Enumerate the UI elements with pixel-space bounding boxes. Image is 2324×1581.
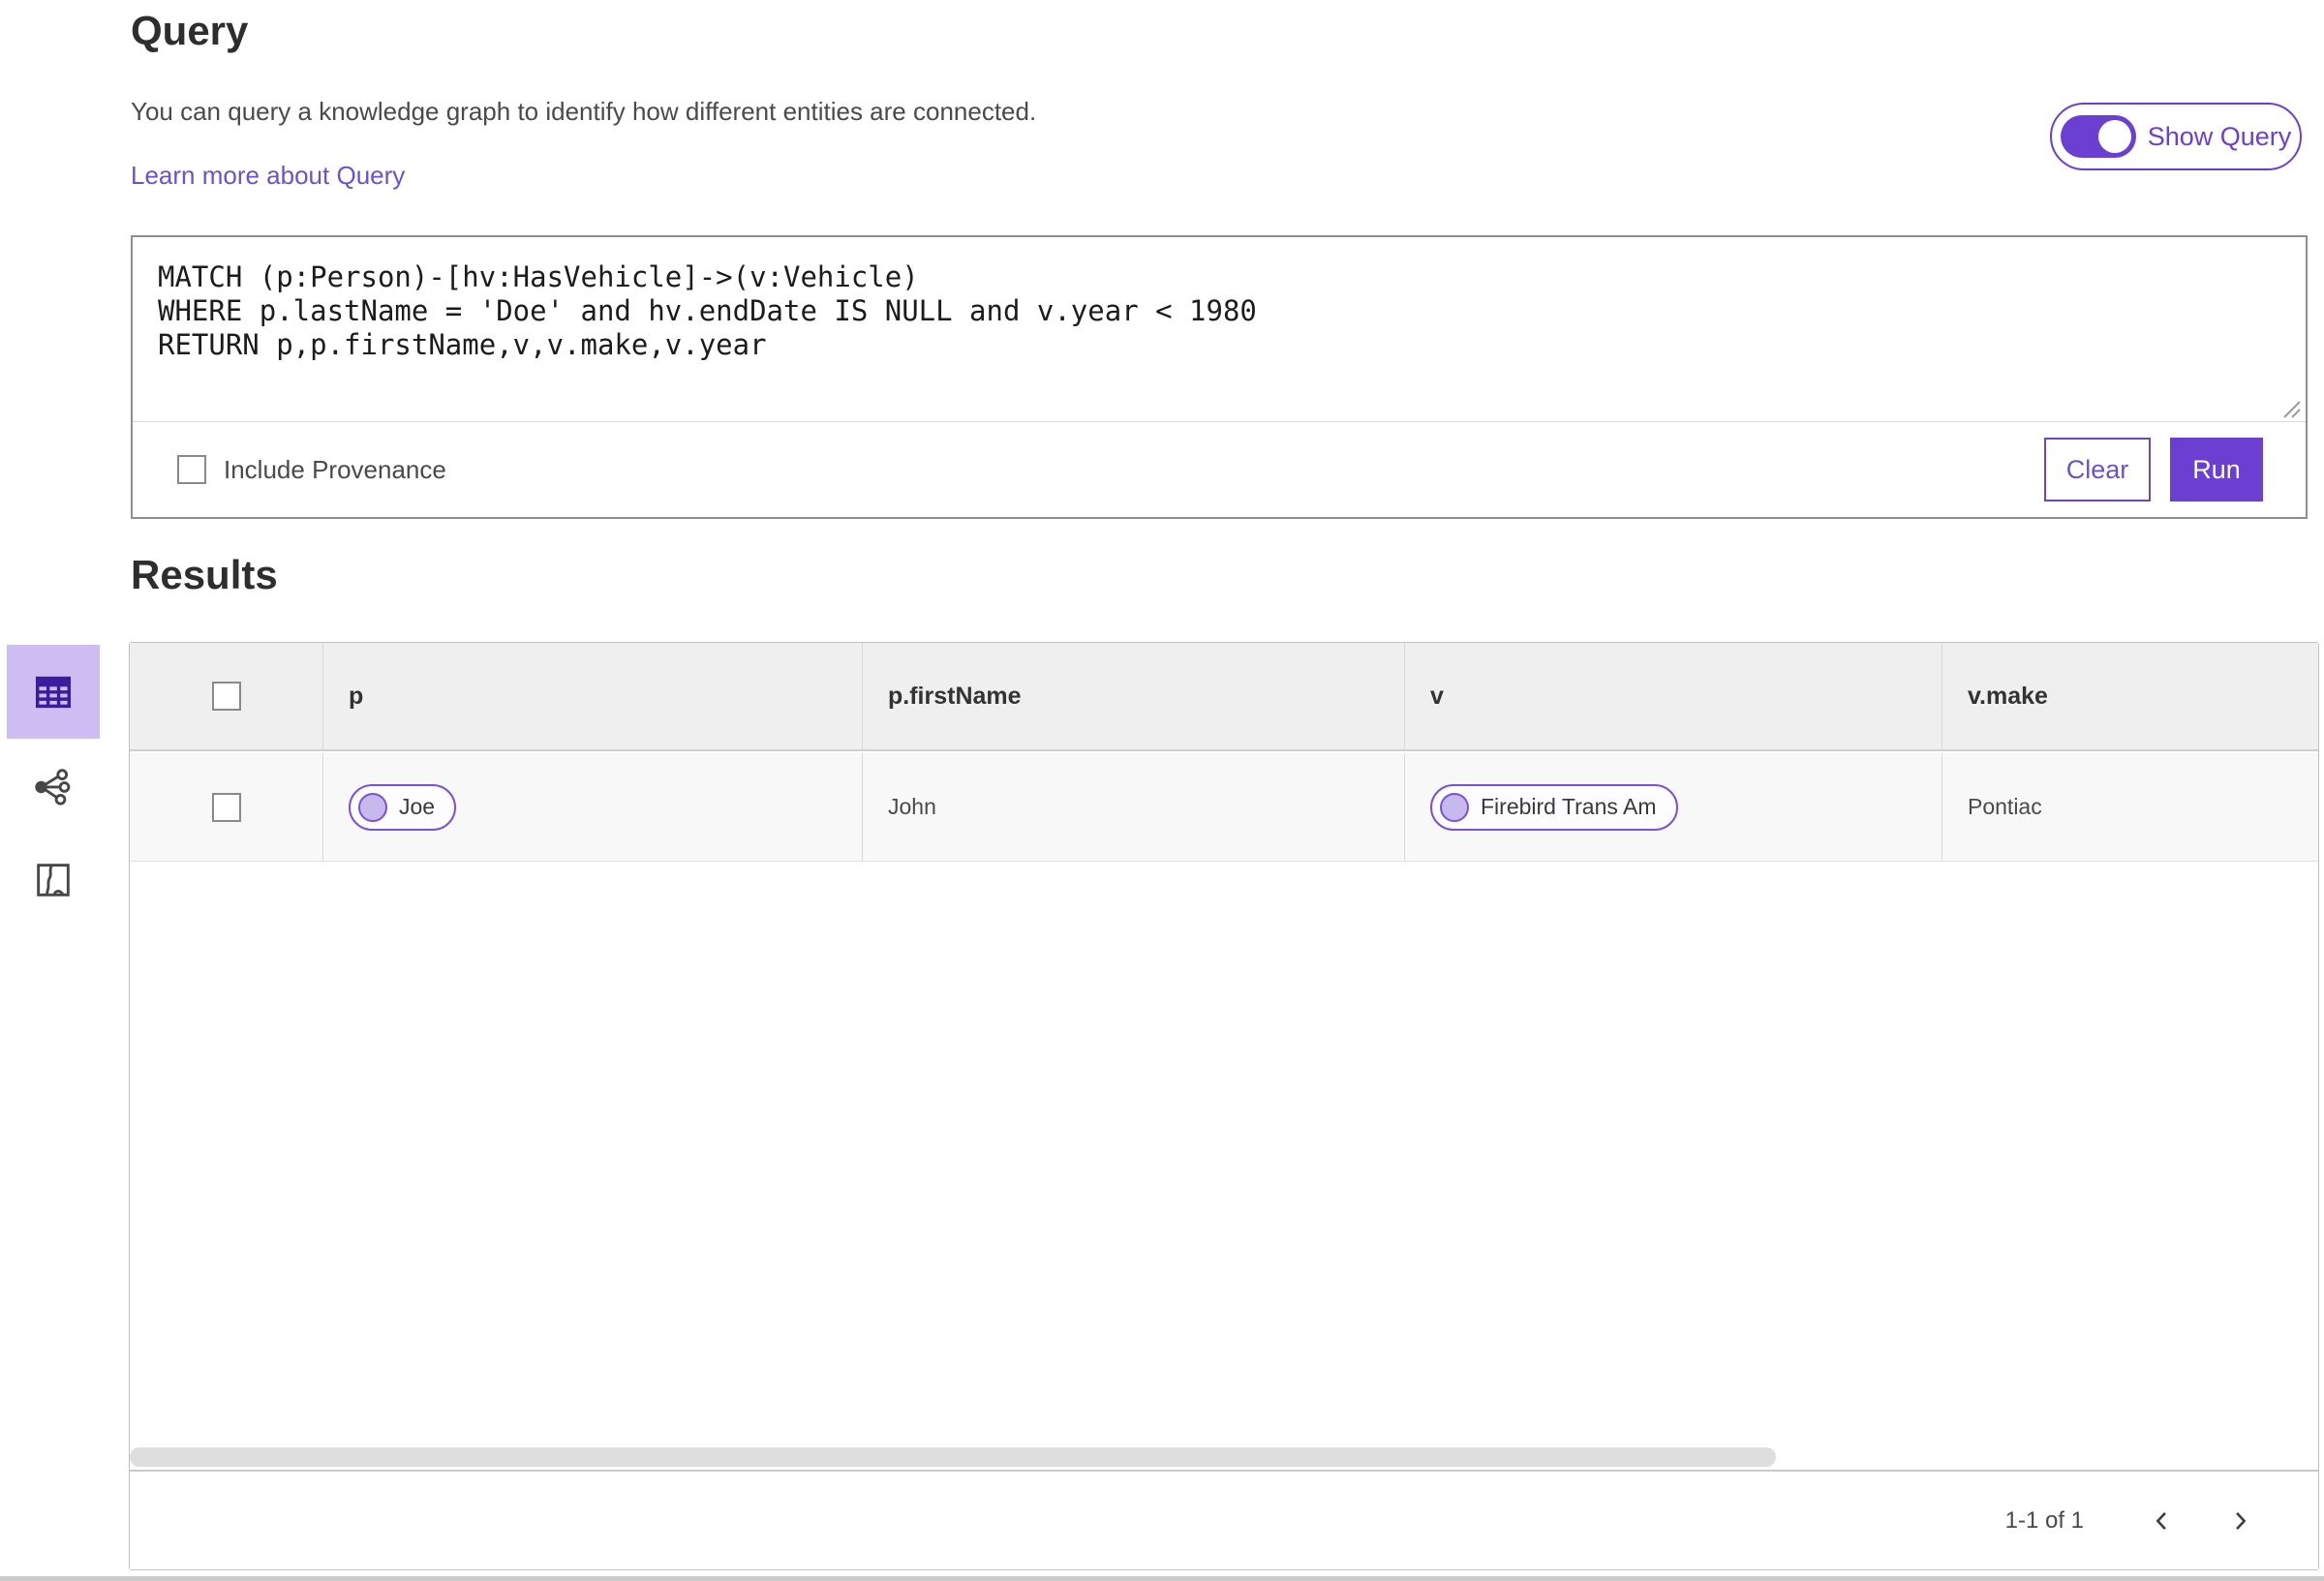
horizontal-scrollbar-thumb[interactable]	[130, 1447, 1776, 1467]
column-header-p-firstname[interactable]: p.firstName	[863, 643, 1405, 749]
toggle-track-icon[interactable]	[2060, 115, 2136, 158]
query-editor-panel: MATCH (p:Person)-[hv:HasVehicle]->(v:Veh…	[131, 235, 2308, 519]
query-code-input[interactable]: MATCH (p:Person)-[hv:HasVehicle]->(v:Veh…	[133, 237, 2306, 421]
pagination-range: 1-1 of 1	[2004, 1506, 2084, 1534]
tab-table-view[interactable]	[7, 645, 100, 739]
cell-p-firstname: John	[863, 753, 1405, 861]
page-description: You can query a knowledge graph to ident…	[131, 97, 1037, 126]
table-footer: 1-1 of 1	[130, 1470, 2318, 1569]
link-chart-icon	[35, 768, 71, 806]
cell-v: Firebird Trans Am	[1405, 753, 1942, 861]
results-title: Results	[131, 552, 278, 597]
chevron-left-icon	[2156, 1511, 2166, 1530]
include-provenance-checkbox[interactable]	[177, 455, 206, 484]
entity-dot-icon	[1440, 792, 1469, 822]
tab-link-chart-view[interactable]	[7, 739, 100, 833]
window-bottom-edge	[0, 1576, 2324, 1581]
run-button[interactable]: Run	[2170, 438, 2263, 502]
map-icon	[37, 863, 70, 897]
show-query-label: Show Query	[2147, 121, 2292, 151]
column-header-v[interactable]: v	[1405, 643, 1942, 749]
toggle-knob[interactable]	[2097, 120, 2131, 153]
cell-v-make: Pontiac	[1968, 794, 2042, 819]
entity-pill-vehicle[interactable]: Firebird Trans Am	[1430, 783, 1678, 831]
clear-button[interactable]: Clear	[2044, 438, 2151, 502]
table-icon	[35, 676, 72, 708]
show-query-toggle[interactable]: Show Query	[2050, 103, 2302, 170]
include-provenance-label: Include Provenance	[224, 454, 446, 484]
column-header-v-make[interactable]: v.make	[1942, 643, 2318, 749]
entity-pill-person[interactable]: Joe	[349, 783, 457, 831]
cell-p: Joe	[323, 753, 863, 861]
previous-page-button[interactable]	[2138, 1497, 2186, 1545]
row-select-checkbox[interactable]	[211, 792, 241, 822]
header-select-cell	[130, 643, 323, 749]
chevron-right-icon	[2236, 1511, 2247, 1530]
include-provenance-option[interactable]: Include Provenance	[177, 455, 446, 485]
learn-more-link[interactable]: Learn more about Query	[131, 161, 405, 191]
query-buttons: Clear Run	[2044, 438, 2263, 502]
query-page: Query You can query a knowledge graph to…	[0, 0, 2324, 1581]
tab-map-view[interactable]	[7, 833, 100, 927]
table-row[interactable]: Joe John Firebird Trans Am Pontiac	[130, 753, 2318, 862]
horizontal-scrollbar[interactable]	[130, 1447, 2318, 1467]
table-header-row: p p.firstName v v.make	[130, 643, 2318, 751]
query-actions-bar: Include Provenance Clear Run	[133, 421, 2306, 517]
page-title: Query	[131, 8, 249, 53]
row-select-cell	[130, 753, 323, 861]
select-all-checkbox[interactable]	[211, 682, 241, 711]
entity-dot-icon	[358, 792, 387, 822]
next-page-button[interactable]	[2216, 1497, 2264, 1545]
column-header-p[interactable]: p	[323, 643, 863, 749]
results-table-panel: p p.firstName v v.make Joe John Firebird…	[129, 642, 2319, 1570]
